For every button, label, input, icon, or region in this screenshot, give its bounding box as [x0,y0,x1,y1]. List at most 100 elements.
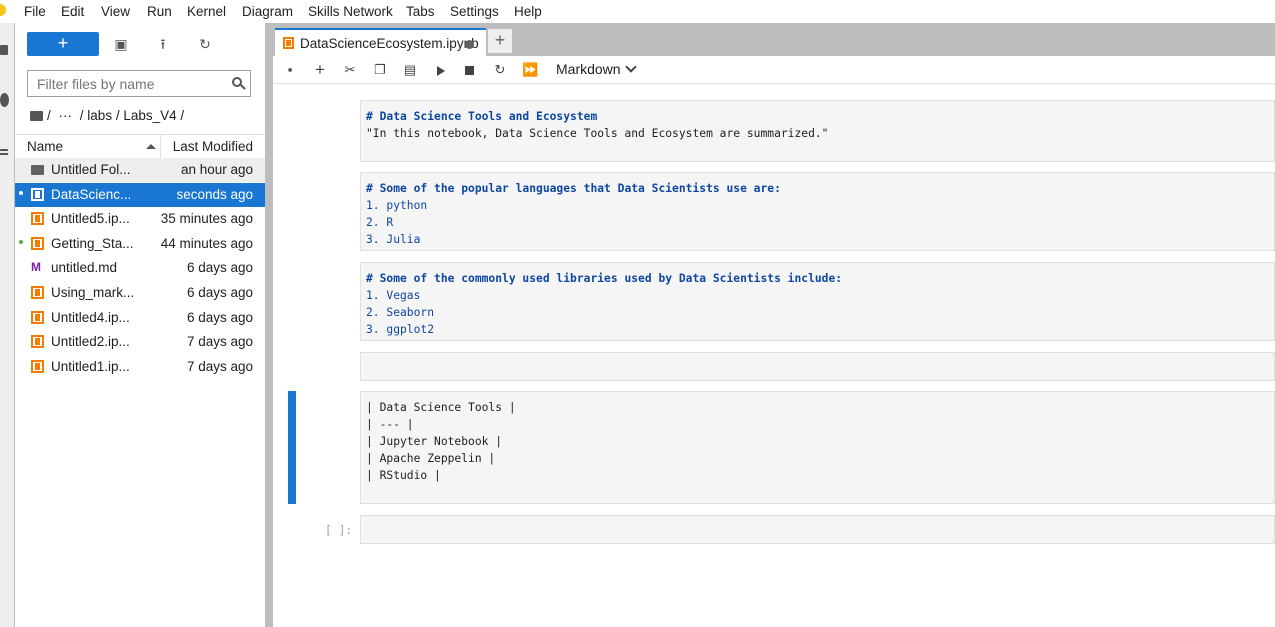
cell-type-dropdown[interactable]: Markdown [556,61,637,77]
markdown-cell[interactable]: | Data Science Tools | | --- | | Jupyter N… [360,391,1275,504]
markdown-cell[interactable]: # Data Science Tools and Ecosystem "In th… [360,100,1275,162]
breadcrumb-root[interactable]: / [47,108,51,123]
copy-icon[interactable]: ❐ [372,62,388,78]
file-name: untitled.md [51,260,118,276]
menu-tabs[interactable]: Tabs [406,4,435,19]
menu-diagram[interactable]: Diagram [242,4,293,19]
menu-file[interactable]: File [24,4,46,19]
running-indicator-icon [19,190,23,195]
file-row[interactable]: Muntitled.md 6 days ago [15,256,265,280]
file-name: DataScienc... [51,186,132,202]
restart-kernel-icon[interactable]: ↻ [492,62,508,78]
file-row[interactable]: Untitled4.ip... 6 days ago [15,306,265,330]
notebook-icon [31,212,44,226]
notebook-icon [31,359,44,373]
source-line: | RStudio | [366,469,441,482]
file-row[interactable]: Getting_Sta... 44 minutes ago [15,232,265,256]
markdown-cell[interactable]: # Some of the popular languages that Dat… [360,172,1275,251]
file-name: Untitled4.ip... [51,309,130,325]
column-modified-header[interactable]: Last Modified [173,139,253,154]
sort-ascending-icon[interactable] [146,144,156,149]
file-last-modified: 7 days ago [186,358,253,374]
filter-files-field[interactable] [27,70,251,97]
file-row[interactable]: DataScienc... seconds ago [15,182,265,207]
markdown-file-icon: M [31,260,41,275]
tab-datascienceecosystem[interactable]: DataScienceEcosystem.ipynb [275,28,486,56]
source-line: | Jupyter Notebook | [366,435,503,448]
stop-icon[interactable] [465,66,474,75]
cut-icon[interactable]: ✂ [342,62,358,78]
menu-settings[interactable]: Settings [450,4,499,19]
menu-kernel[interactable]: Kernel [187,4,226,19]
source-line: # Some of the popular languages that Dat… [366,182,781,195]
menu-skills-network[interactable]: Skills Network [308,4,393,19]
file-name: Untitled5.ip... [51,211,130,227]
cell-source[interactable]: # Some of the commonly used libraries us… [366,270,1274,338]
cell-type-value: Markdown [556,61,621,77]
panel-splitter[interactable] [265,23,273,627]
source-line: "In this notebook, Data Science Tools an… [366,127,829,140]
source-line: 3. ggplot2 [366,323,435,336]
file-row[interactable]: Untitled5.ip... 35 minutes ago [15,207,265,231]
notebook-toolbar: ▪ + ✂ ❐ ▤ ↻ ⏩ Markdown [273,56,1275,84]
save-icon[interactable]: ▪ [282,62,298,78]
code-cell-prompt: [ ]: [325,524,353,537]
source-line: 1. Vegas [366,289,421,302]
source-line: | Data Science Tools | [366,401,516,414]
notebook-icon [31,187,44,201]
file-last-modified: 7 days ago [186,334,253,350]
breadcrumb-ellipsis[interactable]: ··· [59,108,73,123]
column-divider[interactable] [160,135,161,158]
notebook-icon [31,286,44,299]
breadcrumb-path[interactable]: / labs / Labs_V4 / [80,108,184,123]
source-line: | --- | [366,418,414,431]
column-name-header[interactable]: Name [27,139,63,154]
file-browser-panel: + ▣ ⭱ ↻ / ··· / labs / Labs_V4 / Name La… [15,23,265,627]
new-folder-icon[interactable]: ▣ [113,36,129,52]
file-last-modified: an hour ago [180,162,253,177]
menu-edit[interactable]: Edit [61,4,84,19]
running-sessions-icon[interactable] [0,93,9,107]
file-name: Using_mark... [51,285,135,300]
cell-source[interactable]: # Some of the popular languages that Dat… [366,180,1274,248]
upload-icon[interactable]: ⭱ [155,36,171,52]
restart-run-all-icon[interactable]: ⏩ [522,62,538,78]
markdown-cell[interactable]: # Some of the commonly used libraries us… [360,262,1275,341]
new-launcher-button[interactable]: + [27,32,99,56]
notebook-icon [283,37,294,49]
document-tab-bar: DataScienceEcosystem.ipynb + [273,23,1275,56]
file-row[interactable]: Untitled2.ip... 7 days ago [15,330,265,354]
cell-source[interactable]: | Data Science Tools | | --- | | Jupyter N… [366,399,1274,484]
markdown-cell[interactable] [360,352,1275,381]
cell-source[interactable]: # Data Science Tools and Ecosystem "In th… [366,108,1274,142]
table-of-contents-icon[interactable] [0,149,8,157]
file-name: Untitled2.ip... [51,334,130,350]
filter-files-input[interactable] [28,71,227,96]
add-tab-button[interactable]: + [488,29,512,53]
refresh-icon[interactable]: ↻ [197,36,213,52]
insert-cell-icon[interactable]: + [312,61,328,78]
paste-icon[interactable]: ▤ [402,62,418,78]
jupyter-logo-icon [0,4,6,16]
source-line: 3. Julia [366,233,421,246]
chevron-down-icon [624,61,637,73]
search-icon [232,77,242,87]
file-row[interactable]: Using_mark... 6 days ago [15,281,265,305]
file-browser-icon[interactable] [0,45,8,55]
running-indicator-icon [19,239,23,244]
menu-run[interactable]: Run [147,4,172,19]
file-row[interactable]: Untitled1.ip... 7 days ago [15,355,265,379]
file-name: Untitled1.ip... [51,358,130,374]
menu-view[interactable]: View [101,4,130,19]
unsaved-dot-icon[interactable] [465,40,474,49]
menu-help[interactable]: Help [514,4,542,19]
active-cell-indicator[interactable] [288,391,296,504]
run-icon[interactable] [437,66,445,76]
code-cell[interactable] [360,515,1275,544]
source-line: | Apache Zeppelin | [366,452,496,465]
file-last-modified: 6 days ago [186,309,253,325]
home-folder-icon[interactable] [30,111,43,121]
notebook-panel: # Data Science Tools and Ecosystem "In th… [273,84,1275,627]
notebook-icon [31,310,44,324]
file-row[interactable]: Untitled Fol... an hour ago [15,158,265,182]
